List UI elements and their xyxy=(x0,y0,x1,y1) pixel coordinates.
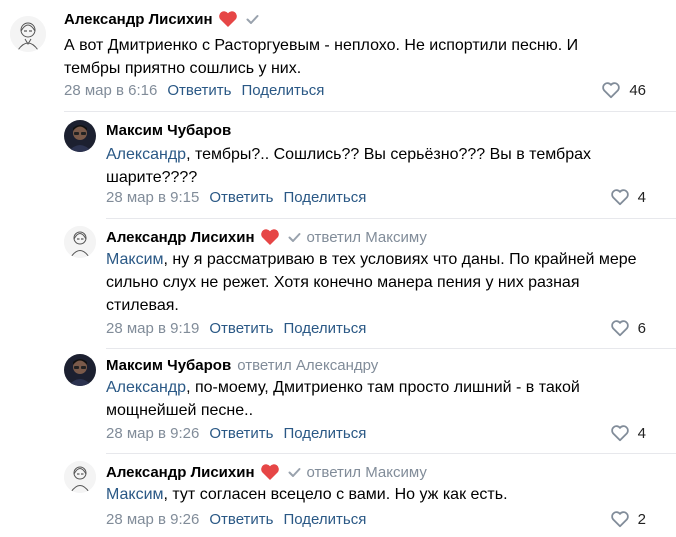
reply-button[interactable]: Ответить xyxy=(167,82,231,99)
author-name[interactable]: Александр Лисихин xyxy=(106,229,255,246)
author-avatar[interactable] xyxy=(64,354,96,386)
comment-text: Максим, тут согласен всецело с вами. Но … xyxy=(106,483,646,506)
share-button[interactable]: Поделиться xyxy=(241,82,324,99)
comment-date[interactable]: 28 мар в 9:15 xyxy=(106,189,199,206)
heart-outline-icon xyxy=(610,424,638,442)
reply-button[interactable]: Ответить xyxy=(209,320,273,337)
share-button[interactable]: Поделиться xyxy=(283,425,366,442)
like-button[interactable]: 4 xyxy=(610,187,646,207)
mention-link[interactable]: Максим xyxy=(106,486,164,503)
share-button[interactable]: Поделиться xyxy=(283,511,366,528)
author-avatar[interactable] xyxy=(64,461,96,493)
comment-text: Александр, тембры?.. Сошлись?? Вы серьёз… xyxy=(106,143,616,189)
comment-body: , ну я рассматриваю в тех условиях что д… xyxy=(106,251,637,314)
comment-date[interactable]: 28 мар в 9:19 xyxy=(106,320,199,337)
replied-to-label[interactable]: ответил Максиму xyxy=(307,229,427,246)
comment-date[interactable]: 28 мар в 9:26 xyxy=(106,511,199,528)
checkmark-icon xyxy=(288,232,301,243)
share-button[interactable]: Поделиться xyxy=(283,320,366,337)
author-avatar[interactable] xyxy=(64,226,96,258)
author-name[interactable]: Александр Лисихин xyxy=(106,464,255,481)
author-name[interactable]: Максим Чубаров xyxy=(106,122,231,139)
like-button[interactable]: 2 xyxy=(610,509,646,529)
reply-button[interactable]: Ответить xyxy=(209,425,273,442)
author-name[interactable]: Александр Лисихин xyxy=(64,11,213,28)
like-button[interactable]: 4 xyxy=(610,423,646,443)
mention-link[interactable]: Александр xyxy=(106,146,186,163)
divider xyxy=(106,218,676,219)
reply-button[interactable]: Ответить xyxy=(209,511,273,528)
like-count: 2 xyxy=(637,510,646,528)
mention-link[interactable]: Максим xyxy=(106,251,164,268)
divider xyxy=(106,453,676,454)
author-avatar[interactable] xyxy=(64,120,96,152)
comment-body: , тут согласен всецело с вами. Но уж как… xyxy=(163,486,508,503)
replied-to-label[interactable]: ответил Максиму xyxy=(307,464,427,481)
heart-outline-icon xyxy=(601,81,629,99)
share-button[interactable]: Поделиться xyxy=(283,189,366,206)
heart-icon xyxy=(218,10,238,28)
comment-date[interactable]: 28 мар в 9:26 xyxy=(106,425,199,442)
like-button[interactable]: 46 xyxy=(601,80,646,100)
author-name[interactable]: Максим Чубаров xyxy=(106,357,231,374)
mention-link[interactable]: Александр xyxy=(106,379,186,396)
like-count: 6 xyxy=(637,319,646,337)
divider xyxy=(106,348,676,349)
heart-outline-icon xyxy=(610,510,638,528)
reply-button[interactable]: Ответить xyxy=(209,189,273,206)
like-count: 4 xyxy=(637,188,646,206)
like-button[interactable]: 6 xyxy=(610,318,646,338)
divider xyxy=(64,111,676,112)
author-avatar[interactable] xyxy=(10,16,46,52)
heart-outline-icon xyxy=(610,319,638,337)
checkmark-icon xyxy=(246,14,259,25)
checkmark-icon xyxy=(288,467,301,478)
like-count: 46 xyxy=(629,81,646,99)
comment-text: Александр, по-моему, Дмитриенко там прос… xyxy=(106,376,646,422)
replied-to-label[interactable]: ответил Александру xyxy=(237,357,378,374)
comment-text: Максим, ну я рассматриваю в тех условиях… xyxy=(106,248,646,317)
comment-date[interactable]: 28 мар в 6:16 xyxy=(64,82,157,99)
heart-outline-icon xyxy=(610,188,638,206)
heart-icon xyxy=(260,463,280,481)
comment-text: А вот Дмитриенко с Расторгуевым - неплох… xyxy=(64,37,579,77)
like-count: 4 xyxy=(637,424,646,442)
heart-icon xyxy=(260,228,280,246)
